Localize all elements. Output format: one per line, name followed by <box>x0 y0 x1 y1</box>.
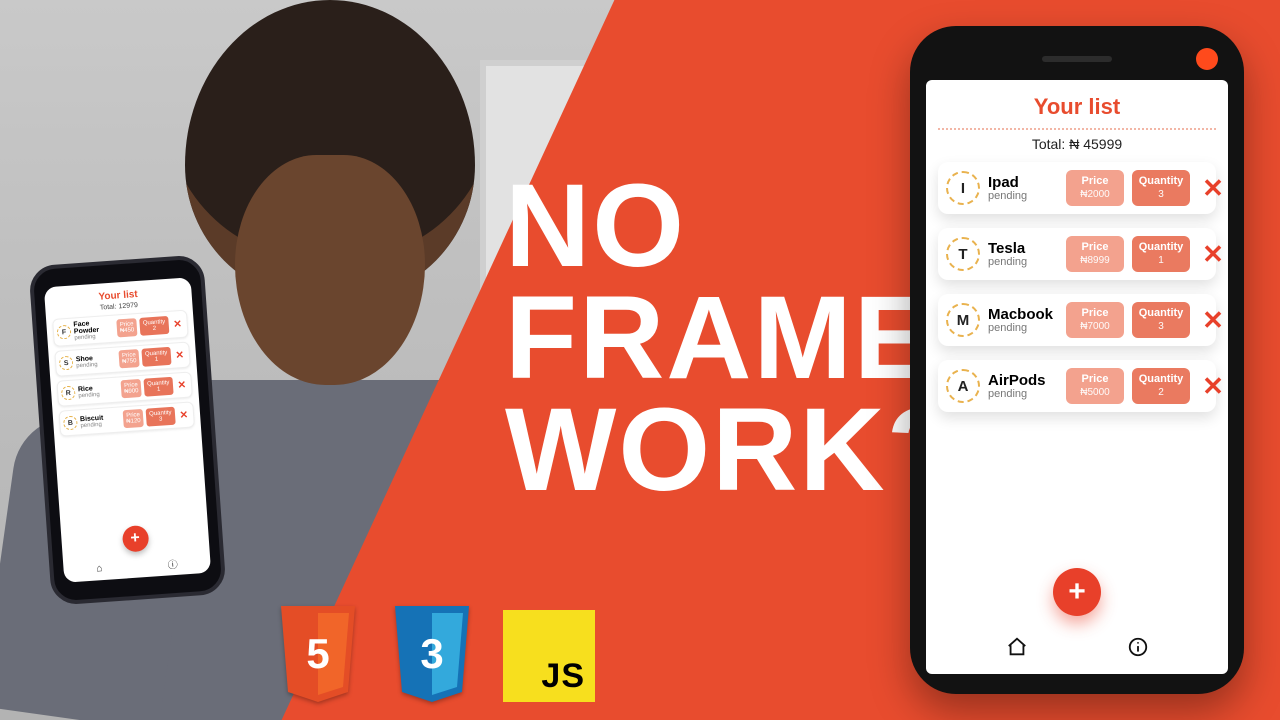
delete-icon[interactable]: ✕ <box>1198 241 1228 267</box>
quantity-chip[interactable]: Quantity3 <box>1132 170 1190 206</box>
app-title: Your list <box>938 94 1216 120</box>
phone-speaker <box>1042 56 1112 62</box>
price-chip[interactable]: Price₦5000 <box>1066 368 1124 404</box>
add-button[interactable]: + <box>1053 568 1101 616</box>
mini-info-icon[interactable]: ⓘ <box>167 556 178 572</box>
list-item[interactable]: IIpadpendingPrice₦2000Quantity3✕ <box>938 162 1216 214</box>
total-line: Total: ₦ 45999 <box>938 136 1216 152</box>
mini-list-item[interactable]: SShoependingPrice₦750Quantity1✕ <box>54 341 190 376</box>
list-item[interactable]: MMacbookpendingPrice₦7000Quantity3✕ <box>938 294 1216 346</box>
mini-list-item[interactable]: RRicependingPrice₦900Quantity1✕ <box>56 371 192 406</box>
tech-logos: 5 3 JS <box>275 606 595 702</box>
item-status: pending <box>988 322 1058 334</box>
delete-icon[interactable]: ✕ <box>1198 175 1228 201</box>
mini-item-avatar: B <box>63 416 78 431</box>
mini-bottom-nav: ⌂ ⓘ <box>63 554 211 579</box>
mini-list-item[interactable]: BBiscuitpendingPrice₦120Quantity3✕ <box>58 401 194 436</box>
css3-logo-icon: 3 <box>389 606 475 702</box>
mini-add-button[interactable]: + <box>121 525 149 553</box>
mini-qty-chip: Quantity1 <box>142 347 172 367</box>
mini-item-meta: Biscuitpending <box>80 413 121 429</box>
bottom-nav <box>926 636 1228 664</box>
mini-delete-icon[interactable]: ✕ <box>171 318 184 330</box>
item-avatar: I <box>946 171 980 205</box>
mini-qty-chip: Quantity1 <box>144 377 174 397</box>
mini-item-meta: Ricepending <box>78 383 119 399</box>
mini-item-meta: Face Powderpending <box>73 319 114 342</box>
list-item[interactable]: TTeslapendingPrice₦8999Quantity1✕ <box>938 228 1216 280</box>
total-currency: ₦ <box>1069 136 1079 152</box>
item-meta: Ipadpending <box>988 175 1058 202</box>
info-icon[interactable] <box>1127 636 1149 664</box>
total-label: Total: <box>1032 136 1065 152</box>
item-name: Tesla <box>988 241 1058 256</box>
price-chip[interactable]: Price₦8999 <box>1066 236 1124 272</box>
mini-price-chip: Price₦750 <box>118 349 140 368</box>
mini-item-avatar: F <box>57 325 72 340</box>
svg-text:5: 5 <box>306 630 329 677</box>
mini-home-icon[interactable]: ⌂ <box>96 563 103 574</box>
title-divider <box>938 128 1216 130</box>
item-status: pending <box>988 388 1058 400</box>
item-name: AirPods <box>988 373 1058 388</box>
delete-icon[interactable]: ✕ <box>1198 373 1228 399</box>
item-name: Macbook <box>988 307 1058 322</box>
phone-mockup: ⋮ Your list Total: ₦ 45999 IIpadpendingP… <box>910 26 1244 694</box>
item-meta: Teslapending <box>988 241 1058 268</box>
item-avatar: T <box>946 237 980 271</box>
phone-camera <box>1196 48 1218 70</box>
mini-delete-icon[interactable]: ✕ <box>175 379 188 391</box>
mini-price-chip: Price₦900 <box>120 379 142 398</box>
item-meta: Macbookpending <box>988 307 1058 334</box>
quantity-chip[interactable]: Quantity2 <box>1132 368 1190 404</box>
mini-delete-icon[interactable]: ✕ <box>177 409 190 421</box>
item-avatar: M <box>946 303 980 337</box>
item-status: pending <box>988 190 1058 202</box>
mini-item-avatar: R <box>61 386 76 401</box>
item-status: pending <box>988 256 1058 268</box>
home-icon[interactable] <box>1006 636 1028 664</box>
html5-logo-icon: 5 <box>275 606 361 702</box>
item-meta: AirPodspending <box>988 373 1058 400</box>
thumbnail-stage: Your list Total: 12979 FFace Powderpendi… <box>0 0 1280 720</box>
headline-line-1: NO <box>505 170 961 282</box>
js-logo-icon: JS <box>503 610 595 702</box>
headline-line-3: WORK? <box>505 394 961 506</box>
mini-list: FFace PowderpendingPrice₦450Quantity2✕SS… <box>52 310 195 437</box>
mini-qty-chip: Quantity3 <box>146 407 176 427</box>
mini-price-chip: Price₦120 <box>123 409 145 428</box>
svg-text:3: 3 <box>420 630 443 677</box>
quantity-chip[interactable]: Quantity1 <box>1132 236 1190 272</box>
delete-icon[interactable]: ✕ <box>1198 307 1228 333</box>
item-avatar: A <box>946 369 980 403</box>
mini-qty-chip: Quantity2 <box>139 316 169 336</box>
headline-line-2: FRAME <box>505 282 961 394</box>
mini-list-item[interactable]: FFace PowderpendingPrice₦450Quantity2✕ <box>52 310 189 347</box>
mini-item-avatar: S <box>59 356 74 371</box>
mini-price-chip: Price₦450 <box>116 318 138 337</box>
handheld-phone: Your list Total: 12979 FFace Powderpendi… <box>28 254 226 605</box>
total-value: 45999 <box>1083 136 1122 152</box>
item-list: IIpadpendingPrice₦2000Quantity3✕TTeslape… <box>938 162 1216 412</box>
item-name: Ipad <box>988 175 1058 190</box>
list-item[interactable]: AAirPodspendingPrice₦5000Quantity2✕ <box>938 360 1216 412</box>
handheld-screen: Your list Total: 12979 FFace Powderpendi… <box>44 277 211 583</box>
price-chip[interactable]: Price₦2000 <box>1066 170 1124 206</box>
headline: NO FRAME WORK? <box>505 170 961 506</box>
price-chip[interactable]: Price₦7000 <box>1066 302 1124 338</box>
quantity-chip[interactable]: Quantity3 <box>1132 302 1190 338</box>
app-screen: Your list Total: ₦ 45999 IIpadpendingPri… <box>926 80 1228 674</box>
mini-delete-icon[interactable]: ✕ <box>173 349 186 361</box>
mini-item-meta: Shoepending <box>76 353 117 369</box>
